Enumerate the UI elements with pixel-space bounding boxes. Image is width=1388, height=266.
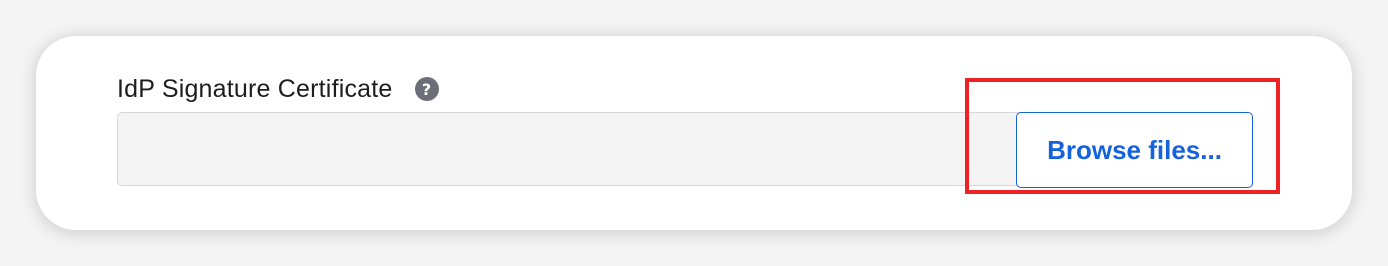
browse-files-button[interactable]: Browse files...: [1016, 112, 1253, 188]
field-label: IdP Signature Certificate: [117, 74, 393, 103]
field-label-row: IdP Signature Certificate ?: [117, 74, 439, 104]
help-icon[interactable]: ?: [414, 77, 439, 101]
